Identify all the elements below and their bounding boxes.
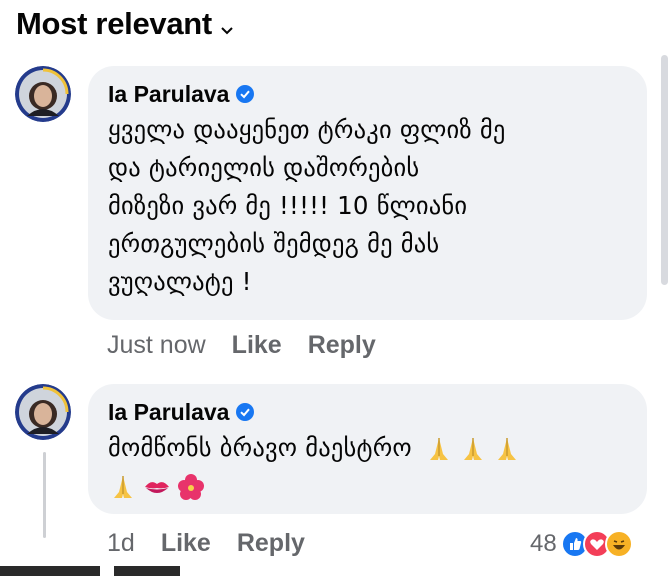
comment-text: ყველა დააყენეთ ტრაკი ფლიზ მე და ტარიელის… bbox=[108, 111, 647, 301]
author-name[interactable]: Ia Parulava bbox=[108, 398, 229, 426]
emoji-group bbox=[104, 472, 206, 502]
sort-comments-dropdown[interactable]: Most relevant bbox=[16, 4, 234, 44]
reply-thread-line bbox=[43, 452, 46, 538]
comment-timestamp[interactable]: 1d bbox=[107, 529, 135, 558]
verified-badge-icon bbox=[236, 403, 255, 421]
verified-badge-icon bbox=[236, 85, 255, 103]
folded-hands-icon bbox=[114, 476, 132, 498]
scrollbar-thumb[interactable] bbox=[661, 55, 668, 285]
hibiscus-icon bbox=[178, 474, 204, 500]
comment-timestamp[interactable]: Just now bbox=[107, 331, 206, 360]
author-name[interactable]: Ia Parulava bbox=[108, 80, 229, 108]
comment-line: ერთგულების შემდეგ მე მას bbox=[108, 229, 440, 258]
reaction-summary[interactable]: 48 bbox=[530, 530, 633, 558]
reply-button[interactable]: Reply bbox=[237, 529, 305, 558]
comment-line: მომწონს ბრავო მაესტრო bbox=[108, 433, 412, 462]
comment-actions: Just now Like Reply bbox=[107, 331, 402, 360]
folded-hands-icon bbox=[463, 438, 482, 460]
comment-line: მიზეზი ვარ მე !!!!! 10 წლიანი bbox=[108, 191, 468, 220]
avatar-image bbox=[15, 384, 71, 440]
reply-button[interactable]: Reply bbox=[308, 331, 376, 360]
like-button[interactable]: Like bbox=[161, 529, 211, 558]
comment-text: მომწონს ბრავო მაესტრო bbox=[108, 429, 647, 505]
comment-line: ყველა დააყენეთ ტრაკი ფლიზ მე bbox=[108, 115, 506, 144]
avatar[interactable] bbox=[15, 66, 71, 122]
like-button[interactable]: Like bbox=[232, 331, 282, 360]
comment-author[interactable]: Ia Parulava bbox=[108, 80, 647, 108]
folded-hands-icon bbox=[497, 438, 516, 460]
scrollbar[interactable] bbox=[656, 0, 670, 300]
haha-reaction-icon bbox=[604, 530, 633, 558]
comment-line: ვუღალატე ! bbox=[108, 267, 252, 296]
folded-hands-icon bbox=[429, 438, 448, 460]
emoji-group bbox=[420, 434, 522, 464]
comment-bubble: Ia Parulava ყველა დააყენეთ ტრაკი ფლიზ მე… bbox=[88, 66, 647, 320]
comment-line: და ტარიელის დაშორების bbox=[108, 153, 420, 182]
comment-line-with-emoji: მომწონს ბრავო მაესტრო bbox=[108, 429, 647, 467]
comment-actions: 1d Like Reply bbox=[107, 529, 331, 558]
avatar[interactable] bbox=[15, 384, 71, 440]
chevron-down-icon bbox=[220, 8, 234, 44]
cropped-edge bbox=[0, 566, 180, 576]
reaction-count[interactable]: 48 bbox=[530, 530, 557, 558]
comment-bubble: Ia Parulava მომწონს ბრავო მაესტრო bbox=[88, 384, 647, 514]
sort-label: Most relevant bbox=[16, 6, 212, 41]
comment-author[interactable]: Ia Parulava bbox=[108, 398, 647, 426]
avatar-image bbox=[15, 66, 71, 122]
kiss-mark-icon bbox=[145, 482, 169, 493]
